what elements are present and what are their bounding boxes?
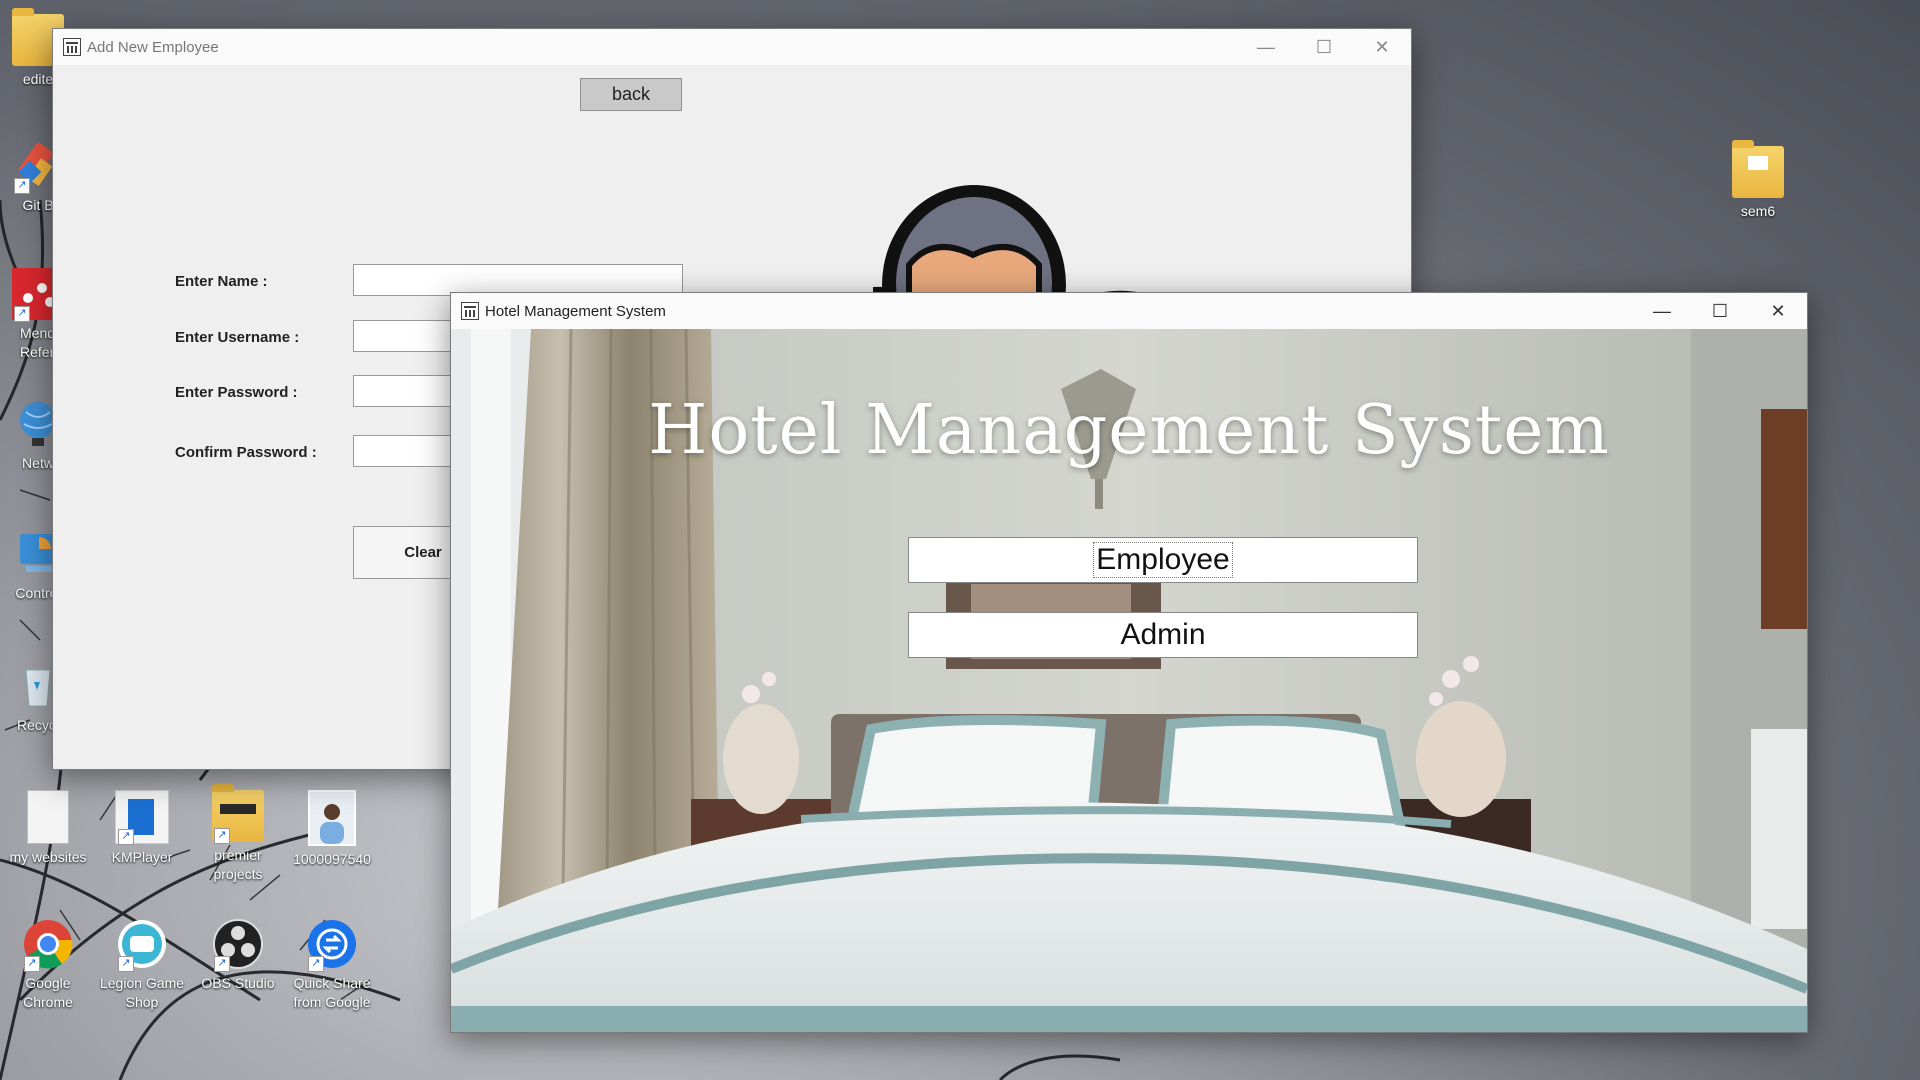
window-title: Hotel Management System	[485, 302, 666, 320]
close-button[interactable]: ✕	[1749, 293, 1807, 329]
password-label: Enter Password :	[175, 384, 298, 401]
file-icon	[27, 790, 69, 844]
employee-button[interactable]: Employee	[908, 537, 1418, 583]
obs-icon: ↗	[212, 918, 264, 972]
add-employee-titlebar[interactable]: Add New Employee — ☐ ✕	[53, 29, 1411, 65]
maximize-button[interactable]: ☐	[1295, 29, 1353, 65]
confirm-password-label: Confirm Password :	[175, 444, 317, 461]
back-button[interactable]: back	[580, 78, 682, 111]
desktop-icon-legion-game-shop[interactable]: ↗ Legion Game Shop	[94, 918, 190, 1012]
name-label: Enter Name :	[175, 273, 268, 290]
folder-icon	[1732, 140, 1784, 198]
desktop-icon-kmplayer[interactable]: ↗ KMPlayer	[94, 790, 190, 867]
hotel-app-icon	[461, 302, 479, 320]
quick-share-icon: ↗	[306, 918, 358, 972]
desktop-icon-my-websites[interactable]: my websites	[0, 790, 96, 867]
close-button[interactable]: ✕	[1353, 29, 1411, 65]
chrome-icon: ↗	[22, 918, 74, 972]
username-label: Enter Username :	[175, 329, 300, 346]
kmplayer-icon: ↗	[115, 790, 169, 845]
hotel-app-icon	[63, 38, 81, 56]
employee-button-label: Employee	[1093, 542, 1233, 578]
desktop-icon-google-chrome[interactable]: ↗ Google Chrome	[0, 918, 96, 1012]
window-title: Add New Employee	[87, 38, 219, 56]
desktop-icon-obs-studio[interactable]: ↗ OBS Studio	[190, 918, 286, 993]
minimize-button[interactable]: —	[1237, 29, 1295, 65]
desktop-icon-sem6[interactable]: sem6	[1710, 140, 1806, 221]
maximize-button[interactable]: ☐	[1691, 293, 1749, 329]
hotel-heading: Hotel Management System	[648, 391, 1610, 470]
legion-icon: ↗	[116, 918, 168, 972]
admin-button[interactable]: Admin	[908, 612, 1418, 658]
hotel-titlebar[interactable]: Hotel Management System — ☐ ✕	[451, 293, 1807, 329]
employee-avatar-image	[873, 165, 1173, 305]
hotel-body: Hotel Management System Employee Admin	[451, 329, 1807, 1032]
photo-icon	[308, 790, 356, 846]
hotel-management-window[interactable]: Hotel Management System — ☐ ✕ Hotel Mana…	[450, 292, 1808, 1033]
admin-button-label: Admin	[1120, 618, 1206, 651]
minimize-button[interactable]: —	[1633, 293, 1691, 329]
desktop-icon-quick-share[interactable]: ↗ Quick Share from Google	[284, 918, 380, 1012]
folder-icon: ↗	[212, 784, 264, 844]
desktop-icon-1000097540[interactable]: 1000097540	[284, 790, 380, 869]
desktop-icon-premier-projects[interactable]: ↗ premier projects	[190, 784, 286, 884]
